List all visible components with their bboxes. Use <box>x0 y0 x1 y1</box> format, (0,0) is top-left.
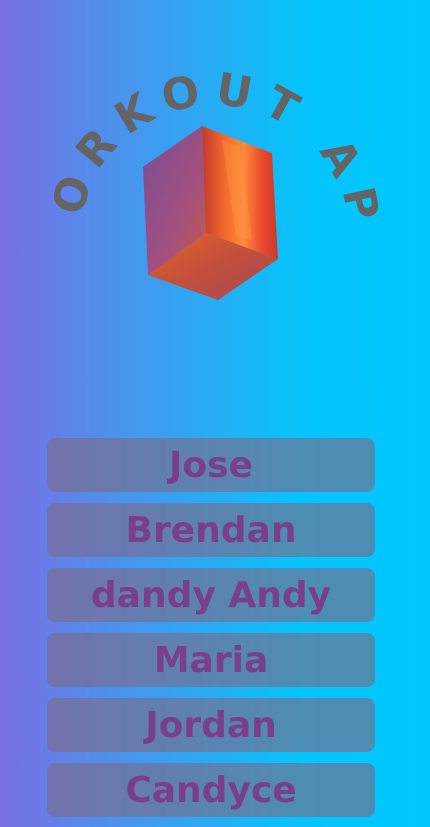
user-name-label: Maria <box>153 639 269 681</box>
user-button-jordan[interactable]: Jordan <box>47 698 375 752</box>
logo-graphic: WORKOUT APP <box>0 0 379 300</box>
user-name-label: Jose <box>169 444 253 486</box>
user-button-maria[interactable]: Maria <box>47 633 375 687</box>
user-button-jose[interactable]: Jose <box>47 438 375 492</box>
user-button-brendan[interactable]: Brendan <box>47 503 375 557</box>
3d-box-icon <box>143 126 278 300</box>
user-name-label: dandy Andy <box>90 574 332 616</box>
user-name-label: Brendan <box>125 509 297 551</box>
user-name-label: Candyce <box>125 769 297 811</box>
user-button-candyce[interactable]: Candyce <box>47 763 375 817</box>
user-list: Jose Brendan dandy Andy Maria Jordan Can… <box>47 438 375 817</box>
user-name-label: Jordan <box>145 704 277 746</box>
app-logo: WORKOUT APP <box>0 0 430 330</box>
user-button-dandy-andy[interactable]: dandy Andy <box>47 568 375 622</box>
